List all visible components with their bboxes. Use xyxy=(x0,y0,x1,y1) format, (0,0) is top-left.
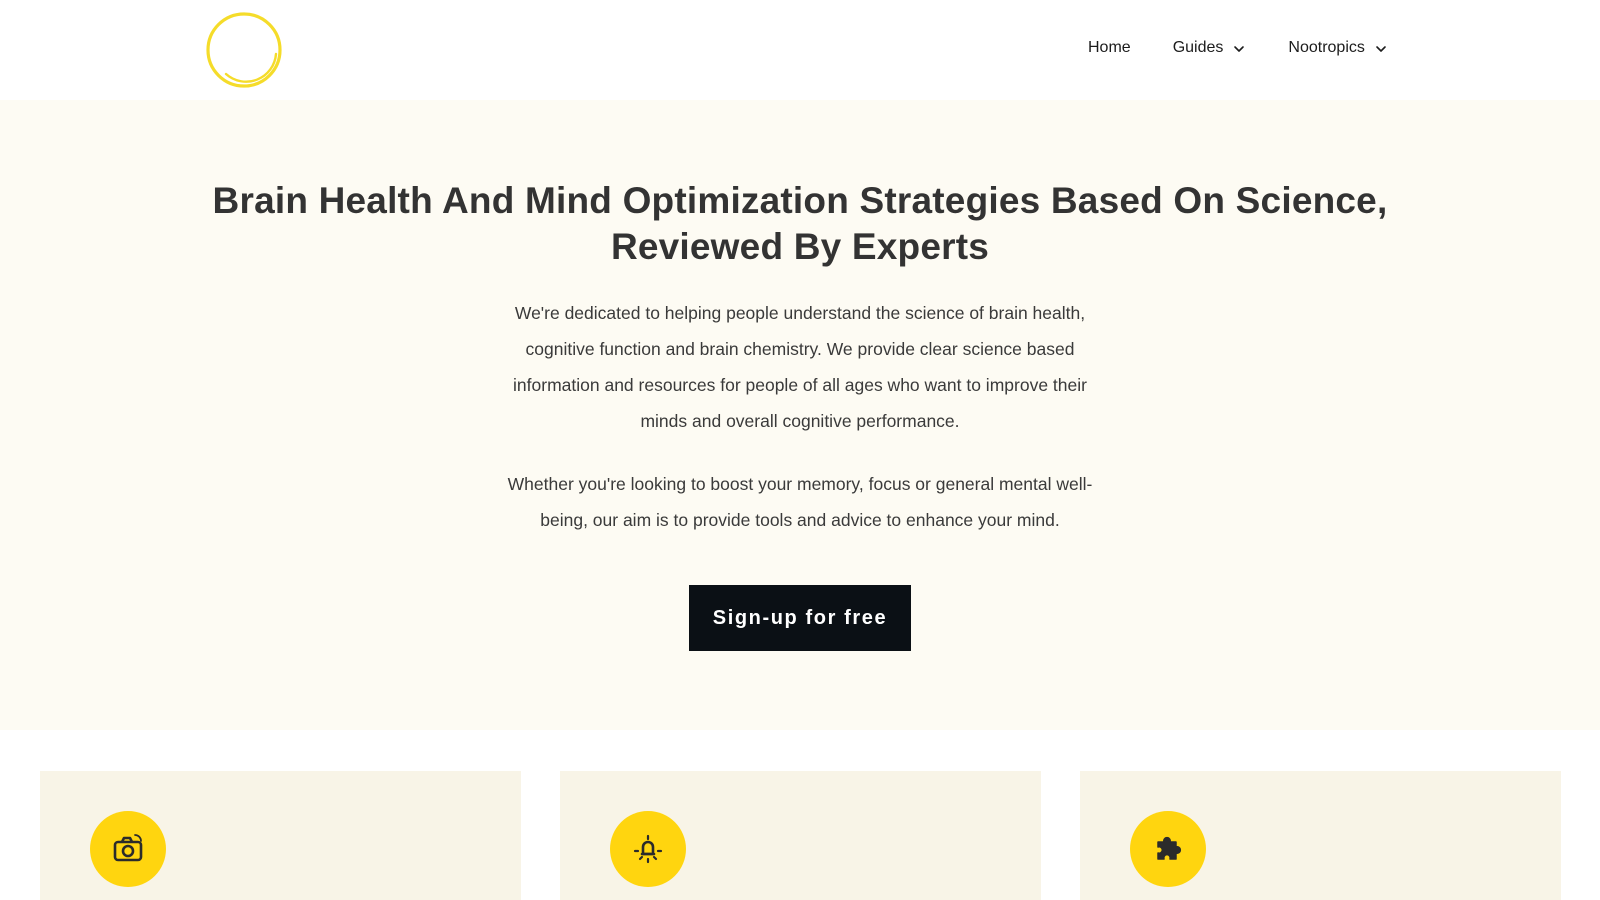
site-header: Home Guides Nootropics xyxy=(0,0,1600,100)
puzzle-icon xyxy=(1130,811,1206,887)
nav-item-nootropics[interactable]: Nootropics xyxy=(1288,36,1387,60)
chevron-down-icon xyxy=(1232,42,1246,56)
hero-paragraph-aim: Whether you're looking to boost your mem… xyxy=(507,474,1093,530)
feature-card xyxy=(1080,771,1561,900)
main-nav: Home Guides Nootropics xyxy=(1088,36,1388,60)
hero-section: Brain Health And Mind Optimization Strat… xyxy=(0,100,1600,730)
camera-icon xyxy=(90,811,166,887)
feature-card xyxy=(560,771,1041,900)
feature-cards xyxy=(0,771,1600,900)
nav-item-guides[interactable]: Guides xyxy=(1173,36,1247,60)
nav-item-guides-label: Guides xyxy=(1172,39,1224,56)
nav-item-home[interactable]: Home xyxy=(1088,36,1131,60)
site-logo[interactable] xyxy=(204,10,284,90)
lightbulb-icon xyxy=(610,811,686,887)
nav-item-home-label: Home xyxy=(1088,39,1131,56)
yellow-ring-logo-icon xyxy=(206,12,282,88)
feature-card xyxy=(40,771,521,900)
chevron-down-icon xyxy=(1374,42,1388,56)
signup-button[interactable]: Sign-up for free xyxy=(689,585,911,651)
hero-title: Brain Health And Mind Optimization Strat… xyxy=(212,180,1388,267)
hero-paragraph-intro: We're dedicated to helping people unders… xyxy=(513,303,1087,431)
nav-item-nootropics-label: Nootropics xyxy=(1288,39,1365,56)
